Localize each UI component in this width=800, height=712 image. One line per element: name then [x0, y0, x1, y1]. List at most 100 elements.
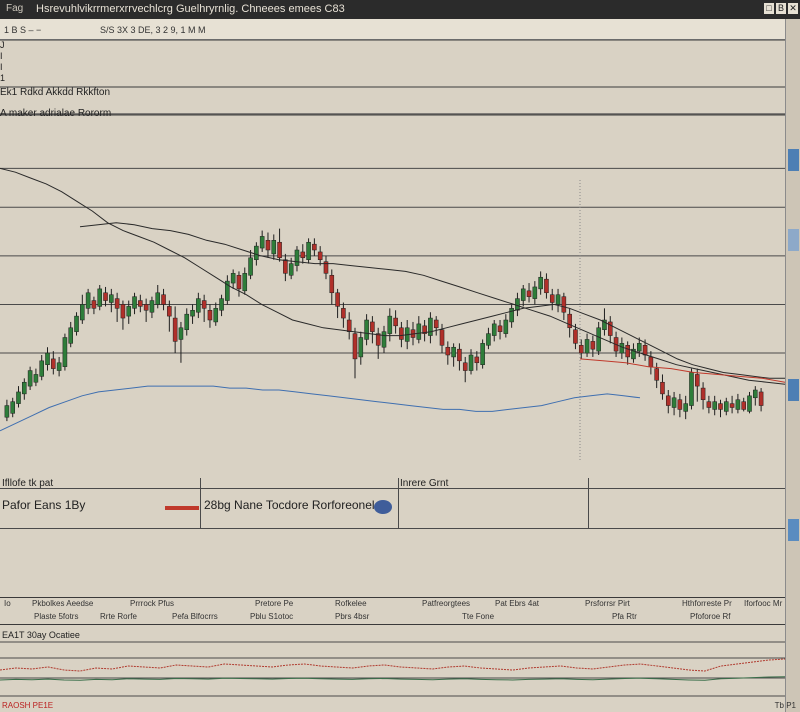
candle-body	[399, 327, 404, 340]
candle-body	[85, 292, 91, 309]
divider	[398, 478, 399, 528]
candle-body	[277, 241, 282, 259]
oscillator-chart[interactable]	[0, 640, 785, 698]
candle-body	[126, 306, 132, 317]
status-item[interactable]: Plaste 5fotrs	[34, 612, 78, 621]
status-item[interactable]: Pfa Rtr	[612, 612, 637, 621]
candle-body	[120, 304, 126, 319]
candle-body	[654, 368, 659, 381]
status-item[interactable]: Prsforrsr Pirt	[585, 599, 630, 608]
info-panel: Ifllofe tk pat Inrere Grnt Pafor Eans 1B…	[0, 478, 785, 598]
status-item[interactable]: Pfoforoe Rf	[690, 612, 730, 621]
scroll-thumb[interactable]	[788, 229, 799, 251]
panel-mid-label: Inrere Grnt	[400, 478, 449, 489]
candle-body	[10, 401, 15, 414]
candle-body	[735, 399, 741, 410]
right-scrollbar[interactable]	[785, 19, 800, 712]
status-item[interactable]: Hthforreste Pr	[682, 599, 732, 608]
candle-body	[549, 294, 555, 303]
status-item[interactable]: Io	[4, 599, 11, 608]
candle-body	[329, 275, 335, 294]
candle-body	[625, 345, 630, 358]
candle-body	[16, 391, 21, 404]
moving-average-line	[0, 385, 641, 432]
candle-body	[74, 315, 79, 332]
candle-body	[642, 345, 648, 356]
status-item[interactable]: Rofkelee	[335, 599, 367, 608]
candle-body	[741, 401, 746, 410]
panel-left-label: Ifllofe tk pat	[2, 478, 54, 489]
candle-body	[91, 300, 97, 309]
candle-body	[213, 308, 219, 323]
candle-body	[312, 243, 317, 251]
candle-body	[695, 374, 700, 387]
candle-body	[729, 403, 735, 408]
candle-body	[236, 275, 242, 290]
scroll-thumb[interactable]	[788, 379, 799, 401]
toolbar-label[interactable]: 1 B S – −	[4, 25, 41, 35]
title-bar: Fag Hsrevuhlvikrrmerxrrvechlcrg Guelhryr…	[0, 0, 800, 19]
restore-button[interactable]: B	[776, 3, 786, 14]
candle-body	[393, 317, 398, 327]
candle-body	[648, 356, 654, 367]
candle-body	[341, 308, 346, 319]
price-chart[interactable]	[0, 40, 785, 478]
candle-body	[584, 339, 590, 354]
status-item[interactable]: Prrrock Pfus	[130, 599, 174, 608]
globe-icon[interactable]	[374, 500, 392, 514]
candle-body	[172, 317, 178, 342]
maximize-button[interactable]: □	[764, 3, 774, 14]
candle-body	[288, 263, 294, 276]
candle-body	[358, 337, 364, 358]
candle-body	[451, 346, 456, 358]
candle-body	[665, 395, 671, 406]
pane-header-1: Ek1 Rdkd Akkdd Rkkfton	[0, 87, 111, 98]
footer-right: Tb P1	[774, 701, 796, 710]
status-item[interactable]: Tte Fone	[462, 612, 494, 621]
scroll-thumb[interactable]	[788, 519, 799, 541]
footer-left: RAOSH PE1E	[2, 701, 54, 710]
candle-body	[538, 276, 543, 290]
status-item[interactable]: Rrte Rorfe	[100, 612, 137, 621]
candle-body	[462, 362, 468, 371]
candle-body	[56, 362, 62, 371]
status-item[interactable]: Pretore Pe	[255, 599, 293, 608]
candle-body	[62, 337, 68, 367]
candle-body	[51, 358, 56, 369]
candle-body	[132, 296, 137, 309]
candle-body	[143, 304, 149, 311]
status-item[interactable]: Pat Ebrs 4at	[495, 599, 539, 608]
status-item[interactable]: Iforfooc Mr	[744, 599, 782, 608]
candle-body	[619, 343, 625, 354]
chart-toolbar: 1 B S – − S/S 3X 3 DE, 3 2 9, 1 M M	[0, 19, 800, 40]
status-item[interactable]: Patfreorgtees	[422, 599, 470, 608]
panel-row-left: Pafor Eans 1By	[2, 498, 86, 512]
status-item[interactable]: Pkbolkes Aeedse	[32, 599, 93, 608]
candle-body	[33, 374, 39, 383]
panel-row-mid: 28bg Nane Tocdore Rorforeonelaz	[204, 498, 388, 512]
candle-body	[97, 288, 103, 307]
candle-body	[683, 403, 688, 412]
candle-body	[671, 397, 677, 408]
candle-body	[503, 319, 509, 334]
status-item[interactable]: Pbrs 4bsr	[335, 612, 369, 621]
candle-body	[219, 298, 224, 311]
candle-body	[660, 381, 665, 395]
candle-body	[497, 325, 503, 332]
candle-body	[149, 300, 155, 313]
candle-body	[161, 294, 166, 305]
scroll-thumb[interactable]	[788, 149, 799, 171]
status-item[interactable]: Pblu S1otoc	[250, 612, 293, 621]
candle-body	[364, 319, 369, 340]
candle-body	[68, 327, 73, 344]
close-button[interactable]: ✕	[788, 3, 798, 14]
status-item[interactable]: Pefa Blfocrrs	[172, 612, 218, 621]
candle-body	[712, 401, 717, 410]
candle-body	[230, 273, 236, 284]
candle-body	[416, 323, 422, 340]
pane-header-2: A maker adrialae Rororm	[0, 108, 112, 119]
candle-body	[352, 333, 358, 360]
candle-body	[271, 240, 277, 255]
candle-body	[491, 323, 497, 336]
candle-body	[747, 395, 752, 412]
